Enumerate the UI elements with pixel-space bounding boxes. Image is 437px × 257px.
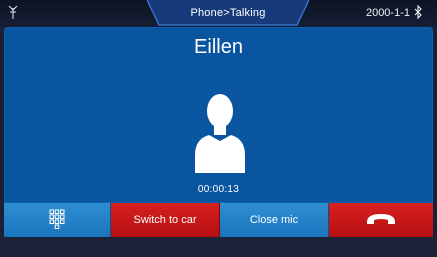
hang-up-button[interactable]: [329, 203, 433, 237]
hang-up-icon: [366, 213, 396, 228]
close-mic-button[interactable]: Close mic: [220, 203, 329, 237]
switch-to-car-button[interactable]: Switch to car: [111, 203, 220, 237]
close-mic-label: Close mic: [249, 214, 299, 226]
switch-to-car-label: Switch to car: [133, 214, 197, 226]
status-bar: Phone>Talking 2000-1-1: [0, 0, 437, 27]
date-label: 2000-1-1: [365, 7, 410, 19]
antenna-icon: [7, 5, 19, 19]
call-action-bar: Switch to car Close mic: [4, 203, 433, 237]
bluetooth-icon: [414, 4, 423, 20]
breadcrumb-label: Phone>Talking: [190, 7, 266, 19]
call-panel: Eillen 00:00:13: [4, 27, 433, 203]
keypad-button[interactable]: [4, 203, 111, 237]
breadcrumb: Phone>Talking: [147, 0, 309, 27]
call-timer: 00:00:13: [197, 184, 240, 195]
person-silhouette-icon: [193, 89, 247, 173]
caller-name: Eillen: [194, 36, 243, 58]
bottom-strip: [0, 237, 437, 257]
dialpad-icon: [49, 209, 65, 232]
